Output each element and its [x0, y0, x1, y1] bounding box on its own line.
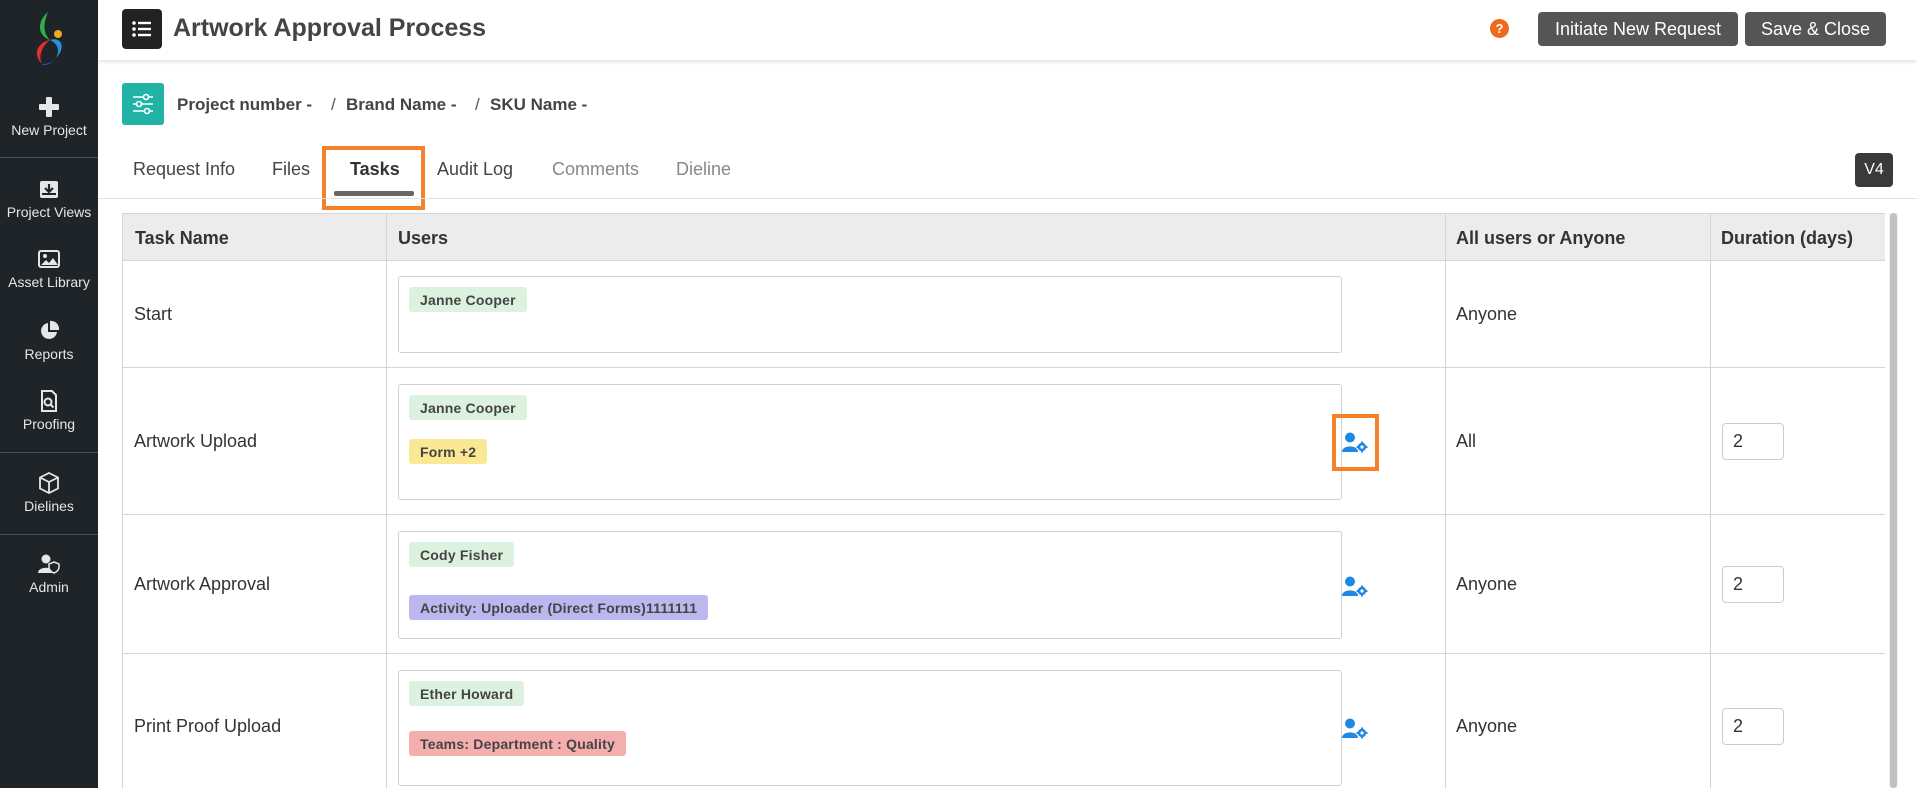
assignment-mode: Anyone [1456, 574, 1518, 594]
sidebar-divider [0, 452, 98, 453]
image-icon [38, 250, 60, 268]
breadcrumb-separator: / [331, 95, 336, 114]
tab-comments[interactable]: Comments [552, 159, 639, 180]
sidebar-item-label: Asset Library [8, 274, 90, 290]
duration-input[interactable] [1722, 708, 1784, 745]
tabs-divider [98, 198, 1917, 199]
column-header-task-name: Task Name [135, 228, 229, 248]
breadcrumb-separator: / [475, 95, 480, 114]
sidebar: New Project Project Views Asset Library … [0, 0, 98, 788]
sidebar-item-label: New Project [11, 122, 87, 138]
breadcrumb-sku-name: SKU Name - [490, 95, 588, 114]
users-field[interactable]: Ether Howard Teams: Department : Quality [398, 670, 1342, 786]
sidebar-item-admin[interactable]: Admin [0, 553, 98, 597]
assignment-mode: All [1456, 431, 1477, 451]
brand-logo-icon[interactable] [28, 10, 70, 66]
sidebar-item-label: Project Views [6, 204, 92, 220]
page-title: Artwork Approval Process [173, 14, 487, 42]
pie-chart-icon [41, 320, 60, 339]
users-field[interactable]: Janne Cooper [398, 276, 1342, 353]
form-chip[interactable]: Form +2 [409, 439, 488, 464]
sidebar-item-dielines[interactable]: Dielines [0, 472, 98, 516]
sidebar-item-asset-library[interactable]: Asset Library [0, 248, 98, 292]
task-name: Print Proof Upload [134, 716, 282, 736]
user-chip[interactable]: Cody Fisher [409, 542, 515, 567]
user-settings-icon[interactable] [1342, 576, 1368, 598]
breadcrumb-brand-name: Brand Name - [346, 95, 457, 114]
version-badge[interactable]: V4 [1855, 153, 1893, 187]
list-icon [132, 21, 151, 37]
cog-highlight-outline [1332, 414, 1379, 471]
sidebar-divider [0, 534, 98, 535]
activity-chip[interactable]: Activity: Uploader (Direct Forms)1111111 [409, 595, 709, 620]
document-search-icon [41, 390, 57, 412]
users-field[interactable]: Cody Fisher Activity: Uploader (Direct F… [398, 531, 1342, 639]
tab-request-info[interactable]: Request Info [133, 159, 235, 180]
tab-files[interactable]: Files [272, 159, 310, 180]
column-header-all-users-or-anyone: All users or Anyone [1456, 228, 1626, 248]
app-root: New Project Project Views Asset Library … [0, 0, 1917, 788]
menu-toggle-button[interactable] [122, 9, 162, 49]
sidebar-item-label: Proofing [22, 416, 76, 432]
user-settings-icon[interactable] [1342, 718, 1368, 740]
sidebar-item-label: Reports [24, 346, 74, 362]
sidebar-item-project-views[interactable]: Project Views [0, 178, 98, 222]
row-divider [123, 653, 1885, 654]
assignment-mode: Anyone [1456, 716, 1518, 736]
row-divider [123, 367, 1885, 368]
filter-sliders-icon[interactable] [122, 83, 164, 125]
breadcrumb-project-number: Project number - [177, 95, 313, 114]
tab-highlight-outline [322, 146, 425, 210]
box-icon [39, 472, 59, 494]
table-header: Task Name Users All users or Anyone Dura… [123, 214, 1885, 261]
help-icon[interactable]: ? [1490, 19, 1509, 38]
column-divider [1445, 214, 1446, 788]
sidebar-item-reports[interactable]: Reports [0, 320, 98, 364]
initiate-new-request-button[interactable]: Initiate New Request [1538, 12, 1738, 46]
row-divider [123, 514, 1885, 515]
team-chip[interactable]: Teams: Department : Quality [409, 731, 626, 756]
tray-download-icon [40, 181, 58, 198]
save-and-close-button[interactable]: Save & Close [1745, 12, 1886, 46]
tab-audit-log[interactable]: Audit Log [437, 159, 513, 180]
task-name: Artwork Upload [134, 431, 258, 451]
sidebar-item-label: Dielines [24, 498, 74, 514]
sidebar-item-label: Admin [29, 579, 69, 595]
sidebar-item-proofing[interactable]: Proofing [0, 390, 98, 434]
plus-icon [39, 97, 59, 117]
sidebar-divider [0, 157, 98, 158]
sidebar-item-new-project[interactable]: New Project [0, 96, 98, 140]
column-divider [1710, 214, 1711, 788]
user-chip[interactable]: Janne Cooper [409, 395, 527, 420]
column-header-users: Users [398, 228, 449, 248]
duration-input[interactable] [1722, 566, 1784, 603]
tab-dieline[interactable]: Dieline [676, 159, 731, 180]
tasks-table: Task Name Users All users or Anyone Dura… [122, 213, 1885, 788]
column-divider [386, 214, 387, 788]
task-name: Artwork Approval [134, 574, 271, 594]
top-header: Artwork Approval Process ? Initiate New … [98, 0, 1917, 60]
assignment-mode: Anyone [1456, 304, 1518, 324]
user-chip[interactable]: Janne Cooper [409, 287, 527, 312]
duration-input[interactable] [1722, 423, 1784, 460]
scrollbar-thumb[interactable] [1890, 213, 1897, 788]
task-name: Start [134, 304, 173, 324]
user-shield-icon [38, 554, 60, 574]
user-chip[interactable]: Ether Howard [409, 681, 525, 706]
column-header-duration: Duration (days) [1721, 228, 1854, 248]
users-field[interactable]: Janne Cooper Form +2 [398, 384, 1342, 500]
